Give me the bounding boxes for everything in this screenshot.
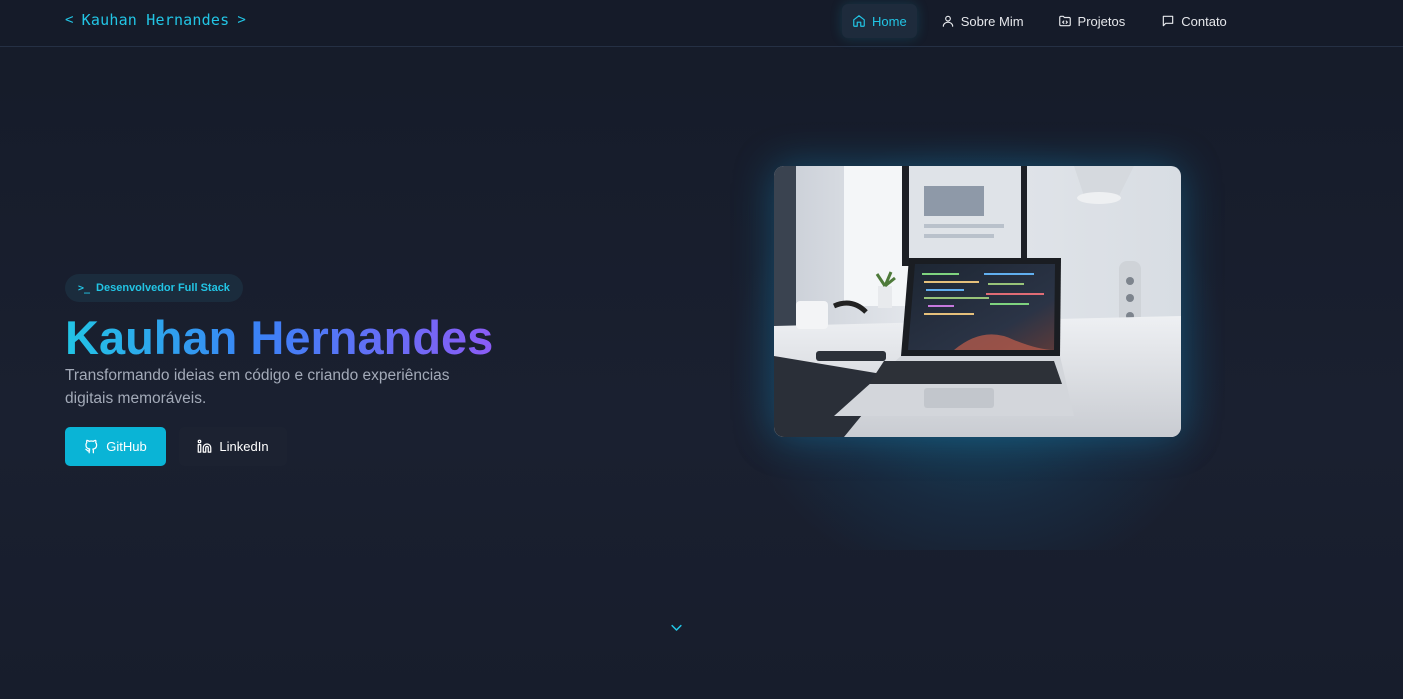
nav-home-label: Home xyxy=(872,13,907,29)
hero-title: Kauhan Hernandes xyxy=(65,311,494,364)
nav-sobre-mim-label: Sobre Mim xyxy=(960,13,1024,29)
nav-sobre-mim[interactable]: Sobre Mim xyxy=(931,4,1034,38)
hero-subtitle: Transformando ideias em código e criando… xyxy=(65,367,450,407)
nav-contato-label: Contato xyxy=(1181,13,1227,29)
top-navbar: < Kauhan Hernandes > Home Sobre Mim Proj… xyxy=(0,0,1403,47)
nav-projetos-label: Projetos xyxy=(1077,13,1126,29)
linkedin-button-label: LinkedIn xyxy=(219,439,269,454)
brand-name: Kauhan Hernandes xyxy=(81,11,230,29)
message-icon xyxy=(1163,15,1174,27)
role-badge: >_ Desenvolvedor Full Stack xyxy=(65,274,243,302)
linkedin-icon xyxy=(198,439,212,453)
chevron-right-icon: > xyxy=(237,12,246,28)
scroll-down-chevron-icon[interactable] xyxy=(669,620,684,635)
terminal-icon: >_ xyxy=(78,282,91,294)
nav-contato[interactable]: Contato xyxy=(1151,4,1237,38)
folder-code-icon xyxy=(1058,15,1071,27)
linkedin-button[interactable]: LinkedIn xyxy=(179,427,287,466)
role-badge-label: Desenvolvedor Full Stack xyxy=(96,282,230,294)
user-icon xyxy=(942,15,953,27)
github-button-label: GitHub xyxy=(106,439,147,454)
home-icon xyxy=(853,15,865,27)
main-nav: Home Sobre Mim Projetos Contato xyxy=(842,4,1237,38)
brand-logo[interactable]: < Kauhan Hernandes > xyxy=(65,11,246,29)
chevron-left-icon: < xyxy=(65,12,74,28)
github-icon xyxy=(85,439,98,454)
nav-home[interactable]: Home xyxy=(842,4,917,38)
github-button[interactable]: GitHub xyxy=(65,427,166,466)
nav-projetos[interactable]: Projetos xyxy=(1048,4,1136,38)
workspace-photo xyxy=(774,166,1181,437)
hero-image xyxy=(774,166,1181,437)
